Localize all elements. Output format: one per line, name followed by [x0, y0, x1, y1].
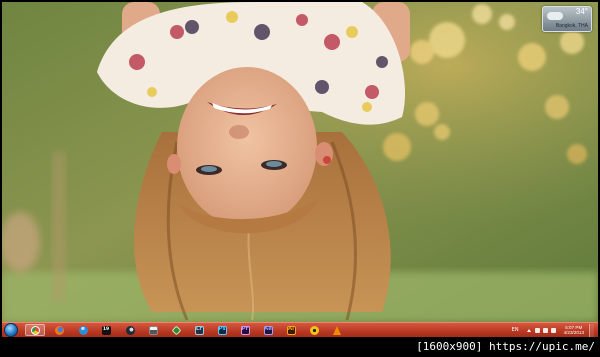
clock-date: 4/23/2013 [563, 330, 584, 335]
taskbar-item-game-19[interactable]: 19 [96, 324, 116, 336]
taskbar-clock[interactable]: 5:07 PM 4/23/2013 [564, 325, 584, 336]
screenshot: 34° Bangkok, THA e 19 Lr Ps Pr Ae Ai EN … [0, 0, 600, 357]
photoshop-icon: Ps [217, 325, 227, 335]
weather-location: Bangkok, THA [555, 23, 588, 29]
flag-icon[interactable] [534, 327, 540, 333]
taskbar-item-calculator[interactable] [143, 324, 163, 336]
taskbar-item-firefox[interactable] [49, 324, 69, 336]
wallpaper-image [2, 2, 598, 322]
illustrator-icon: Ai [286, 325, 296, 335]
taskbar: e 19 Lr Ps Pr Ae Ai EN 5:07 PM 4/23/2013 [2, 322, 598, 337]
volume-icon[interactable] [550, 327, 556, 333]
firefox-icon [54, 325, 64, 335]
calculator-icon [148, 325, 158, 335]
screenshot-caption: [1600x900] https://upic.me/ [416, 340, 595, 353]
taskbar-item-steam[interactable] [120, 324, 140, 336]
premiere-icon: Pr [240, 325, 250, 335]
taskbar-item-internet-explorer[interactable]: e [73, 324, 93, 336]
taskbar-item-illustrator[interactable]: Ai [281, 324, 301, 336]
desktop[interactable]: 34° Bangkok, THA [2, 2, 598, 322]
taskbar-item-photoshop[interactable]: Ps [212, 324, 232, 336]
after-effects-icon: Ae [263, 325, 273, 335]
taskbar-item-green-app[interactable] [166, 324, 186, 336]
game-icon: 19 [101, 325, 111, 335]
taskbar-item-vlc[interactable] [327, 324, 347, 336]
green-app-icon [171, 325, 181, 335]
windows-start-orb-icon[interactable] [4, 323, 18, 337]
taskbar-item-premiere[interactable]: Pr [235, 324, 255, 336]
lightroom-icon: Lr [194, 325, 204, 335]
chrome-icon [30, 325, 40, 335]
system-tray: EN 5:07 PM 4/23/2013 [512, 323, 594, 337]
vlc-icon [333, 325, 341, 335]
taskbar-item-after-effects[interactable]: Ae [258, 324, 278, 336]
show-desktop-button[interactable] [589, 323, 594, 337]
weather-temperature: 34° [575, 7, 588, 16]
yellow-app-icon [309, 325, 319, 335]
internet-explorer-icon: e [78, 325, 88, 335]
show-hidden-icons-icon[interactable] [526, 328, 531, 332]
weather-gadget[interactable]: 34° Bangkok, THA [542, 6, 592, 32]
taskbar-item-yellow-app[interactable] [304, 324, 324, 336]
partly-cloudy-icon [547, 12, 563, 20]
taskbar-item-chrome[interactable] [25, 324, 45, 336]
steam-icon [125, 325, 135, 335]
network-icon[interactable] [542, 327, 548, 333]
taskbar-item-lightroom[interactable]: Lr [189, 324, 209, 336]
language-indicator[interactable]: EN [512, 327, 519, 333]
